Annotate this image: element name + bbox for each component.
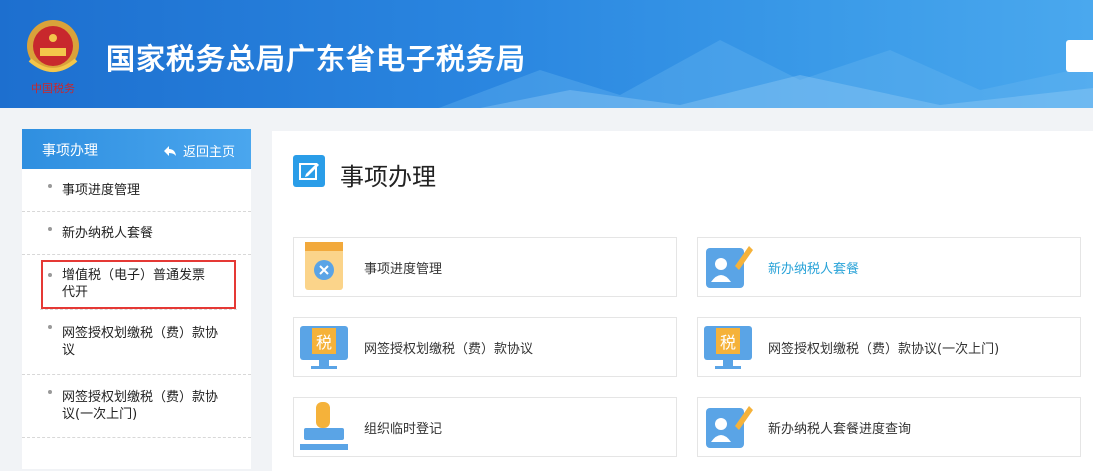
svg-text:税: 税	[720, 333, 736, 352]
sidebar-item-debit-agreement[interactable]: 网签授权划缴税（费）款协议	[22, 310, 251, 375]
stamp-icon	[299, 400, 349, 454]
sidebar-item-label: 增值税（电子）普通发票代开	[62, 268, 206, 300]
sidebar-item-progress[interactable]: 事项进度管理	[22, 169, 251, 212]
card-debit-agreement-onsite[interactable]: 税 网签授权划缴税（费）款协议(一次上门)	[697, 317, 1081, 377]
site-title: 国家税务总局广东省电子税务局	[106, 42, 527, 76]
back-arrow-icon	[163, 145, 176, 156]
sidebar-item-label: 事项进度管理	[62, 182, 141, 198]
sidebar: 事项办理 返回主页 事项进度管理 新办纳税人套餐 增值税（电子）普通发票代开 网…	[22, 129, 251, 469]
sidebar-title: 事项办理	[42, 143, 98, 159]
sidebar-item-invoice[interactable]: 增值税（电子）普通发票代开	[40, 259, 237, 310]
card-label: 网签授权划缴税（费）款协议(一次上门)	[768, 342, 1000, 357]
sidebar-item-new-taxpayer[interactable]: 新办纳税人套餐	[22, 212, 251, 255]
document-x-icon	[299, 240, 349, 294]
page-title: 事项办理	[340, 163, 436, 191]
card-label: 新办纳税人套餐进度查询	[768, 422, 912, 437]
tax-emblem-logo: 中国税务	[18, 14, 88, 96]
card-new-taxpayer[interactable]: 新办纳税人套餐	[697, 237, 1081, 297]
tax-monitor-icon: 税	[299, 320, 349, 374]
card-temp-registration[interactable]: 组织临时登记	[293, 397, 677, 457]
card-new-taxpayer-progress[interactable]: 新办纳税人套餐进度查询	[697, 397, 1081, 457]
user-pen-icon	[703, 240, 753, 294]
header-search-box[interactable]	[1066, 40, 1093, 72]
card-progress[interactable]: 事项进度管理	[293, 237, 677, 297]
site-header: 中国税务 国家税务总局广东省电子税务局	[0, 0, 1093, 108]
sidebar-header: 事项办理 返回主页	[22, 129, 251, 169]
emblem-caption: 中国税务	[31, 81, 75, 95]
edit-icon	[293, 155, 325, 187]
svg-text:税: 税	[316, 333, 332, 352]
back-home-link[interactable]: 返回主页	[163, 141, 235, 160]
sidebar-item-label: 网签授权划缴税（费）款协议	[62, 326, 219, 358]
user-pen-icon	[703, 400, 753, 454]
tax-monitor-icon: 税	[703, 320, 753, 374]
sidebar-item-label: 新办纳税人套餐	[62, 225, 154, 241]
card-label: 组织临时登记	[364, 422, 443, 437]
card-label: 事项进度管理	[364, 262, 443, 277]
card-label: 网签授权划缴税（费）款协议	[364, 342, 534, 357]
sidebar-item-label: 网签授权划缴税（费）款协议(一次上门)	[62, 390, 219, 422]
card-debit-agreement[interactable]: 税 网签授权划缴税（费）款协议	[293, 317, 677, 377]
card-label: 新办纳税人套餐	[768, 262, 860, 277]
back-home-label: 返回主页	[182, 145, 235, 160]
sidebar-item-debit-agreement-onsite[interactable]: 网签授权划缴税（费）款协议(一次上门)	[22, 375, 251, 438]
main-panel: 事项办理 事项进度管理 新办纳税人套餐 税 网签授权划缴税（费）款协议 税 网签…	[272, 131, 1093, 471]
